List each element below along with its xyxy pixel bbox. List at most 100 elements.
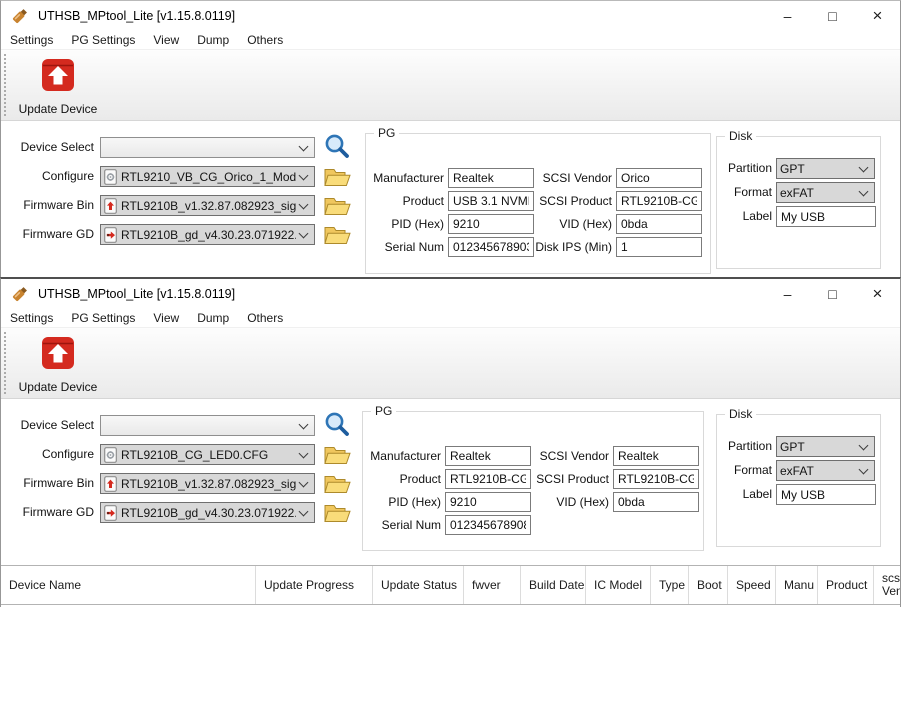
volume-label-input[interactable] (776, 484, 876, 505)
manufacturer-input[interactable] (448, 168, 534, 188)
pg-groupbox: PG Manufacturer SCSI Vendor Product SCSI… (362, 411, 704, 551)
manufacturer-label: Manufacturer (367, 446, 441, 466)
format-label: Format (719, 460, 772, 481)
column-header-product[interactable]: Product (818, 566, 874, 604)
combo-value: exFAT (780, 464, 856, 478)
firmware-gd-combo[interactable]: RTL9210B_gd_v4.30.23.071922.bin (100, 502, 315, 523)
browse-firmware-gd-button[interactable] (321, 499, 353, 527)
menu-item-pg-settings[interactable]: PG Settings (62, 33, 144, 47)
firmware-bin-combo[interactable]: RTL9210B_v1.32.87.082923_signed. (100, 473, 315, 494)
toolbar-gripper[interactable] (4, 54, 6, 116)
disk-groupbox-title: Disk (725, 129, 756, 143)
scsi-vendor-input[interactable] (613, 446, 699, 466)
product-input[interactable] (448, 191, 534, 211)
menu-item-others[interactable]: Others (238, 33, 292, 47)
vid-hex-input[interactable] (616, 214, 702, 234)
title-bar[interactable]: UTHSB_MPtool_Lite [v1.15.8.0119] – □ × (1, 1, 900, 31)
pid-hex-input[interactable] (448, 214, 534, 234)
serial-num-label: Serial Num (367, 515, 441, 535)
firmware-gd-combo[interactable]: RTL9210B_gd_v4.30.23.071922.bin (100, 224, 315, 245)
usb-drive-icon (10, 284, 30, 304)
window-controls: – □ × (765, 1, 900, 31)
column-header-boot[interactable]: Boot (689, 566, 728, 604)
disk-ips-input[interactable] (616, 237, 702, 257)
folder-icon (324, 474, 351, 495)
scsi-product-input[interactable] (613, 469, 699, 489)
minimize-button[interactable]: – (765, 1, 810, 31)
column-header-fwver[interactable]: fwver (464, 566, 521, 604)
close-button[interactable]: × (855, 279, 900, 309)
pid-hex-label: PID (Hex) (367, 492, 441, 512)
partition-select[interactable]: GPT (776, 436, 875, 457)
update-device-icon (38, 56, 78, 99)
configure-combo[interactable]: RTL9210B_CG_LED0.CFG (100, 444, 315, 465)
partition-select[interactable]: GPT (776, 158, 875, 179)
combo-value: RTL9210B_CG_LED0.CFG (121, 448, 296, 462)
menu-item-settings[interactable]: Settings (1, 311, 62, 325)
menu-item-settings[interactable]: Settings (1, 33, 62, 47)
device-search-button[interactable] (321, 411, 353, 439)
serial-num-input[interactable] (448, 237, 534, 257)
menu-item-view[interactable]: View (144, 33, 188, 47)
menu-item-others[interactable]: Others (238, 311, 292, 325)
device-search-button[interactable] (321, 133, 353, 161)
configure-label: Configure (1, 166, 94, 187)
menu-item-dump[interactable]: Dump (188, 33, 238, 47)
title-bar[interactable]: UTHSB_MPtool_Lite [v1.15.8.0119] – □ × (1, 279, 900, 309)
menu-item-pg-settings[interactable]: PG Settings (62, 311, 144, 325)
product-input[interactable] (445, 469, 531, 489)
maximize-button[interactable]: □ (810, 279, 855, 309)
column-header-type[interactable]: Type (651, 566, 689, 604)
update-device-button[interactable]: Update Device (12, 331, 104, 396)
close-button[interactable]: × (855, 1, 900, 31)
vid-hex-input[interactable] (613, 492, 699, 512)
firmware-gd-file-icon (104, 227, 117, 243)
volume-label-input[interactable] (776, 206, 876, 227)
column-header-manu[interactable]: Manu (776, 566, 818, 604)
scsi-product-input[interactable] (616, 191, 702, 211)
configure-combo[interactable]: RTL9210_VB_CG_Orico_1_Mod.cfg (100, 166, 315, 187)
minimize-button[interactable]: – (765, 279, 810, 309)
column-header-build-date[interactable]: Build Date (521, 566, 586, 604)
column-header-speed[interactable]: Speed (728, 566, 776, 604)
device-select-combo[interactable] (100, 137, 315, 158)
chevron-down-icon (859, 162, 869, 172)
scsi-product-label: SCSI Product (531, 469, 609, 489)
column-header-update-progress[interactable]: Update Progress (256, 566, 373, 604)
window-title: UTHSB_MPtool_Lite [v1.15.8.0119] (38, 9, 235, 23)
format-select[interactable]: exFAT (776, 460, 875, 481)
scsi-vendor-input[interactable] (616, 168, 702, 188)
firmware-bin-combo[interactable]: RTL9210B_v1.32.87.082923_signed. (100, 195, 315, 216)
update-device-button[interactable]: Update Device (12, 53, 104, 118)
browse-firmware-bin-button[interactable] (321, 192, 353, 220)
menu-item-view[interactable]: View (144, 311, 188, 325)
browse-firmware-gd-button[interactable] (321, 221, 353, 249)
chevron-down-icon (299, 506, 309, 516)
browse-firmware-bin-button[interactable] (321, 470, 353, 498)
disk-ips-label: Disk IPS (Min) (534, 237, 612, 257)
format-select[interactable]: exFAT (776, 182, 875, 203)
product-label: Product (370, 191, 444, 211)
column-header-ic-model[interactable]: IC Model (586, 566, 651, 604)
column-header-scsi-vendor[interactable]: scsi Ven (874, 566, 900, 604)
window-title: UTHSB_MPtool_Lite [v1.15.8.0119] (38, 287, 235, 301)
menu-item-dump[interactable]: Dump (188, 311, 238, 325)
chevron-down-icon (299, 170, 309, 180)
menu-bar: Settings PG Settings View Dump Others (1, 31, 900, 49)
maximize-button[interactable]: □ (810, 1, 855, 31)
pid-hex-input[interactable] (445, 492, 531, 512)
column-header-device-name[interactable]: Device Name (1, 566, 256, 604)
update-device-label: Update Device (19, 102, 98, 116)
browse-configure-button[interactable] (321, 163, 353, 191)
toolbar-gripper[interactable] (4, 332, 6, 394)
device-select-combo[interactable] (100, 415, 315, 436)
desktop-canvas: UTHSB_MPtool_Lite [v1.15.8.0119] – □ × S… (0, 0, 901, 708)
browse-configure-button[interactable] (321, 441, 353, 469)
serial-num-input[interactable] (445, 515, 531, 535)
combo-value: RTL9210B_v1.32.87.082923_signed. (121, 477, 296, 491)
chevron-down-icon (299, 419, 309, 429)
column-header-update-status[interactable]: Update Status (373, 566, 464, 604)
toolbar: Update Device (1, 327, 900, 399)
manufacturer-input[interactable] (445, 446, 531, 466)
volume-label-label: Label (719, 484, 772, 505)
